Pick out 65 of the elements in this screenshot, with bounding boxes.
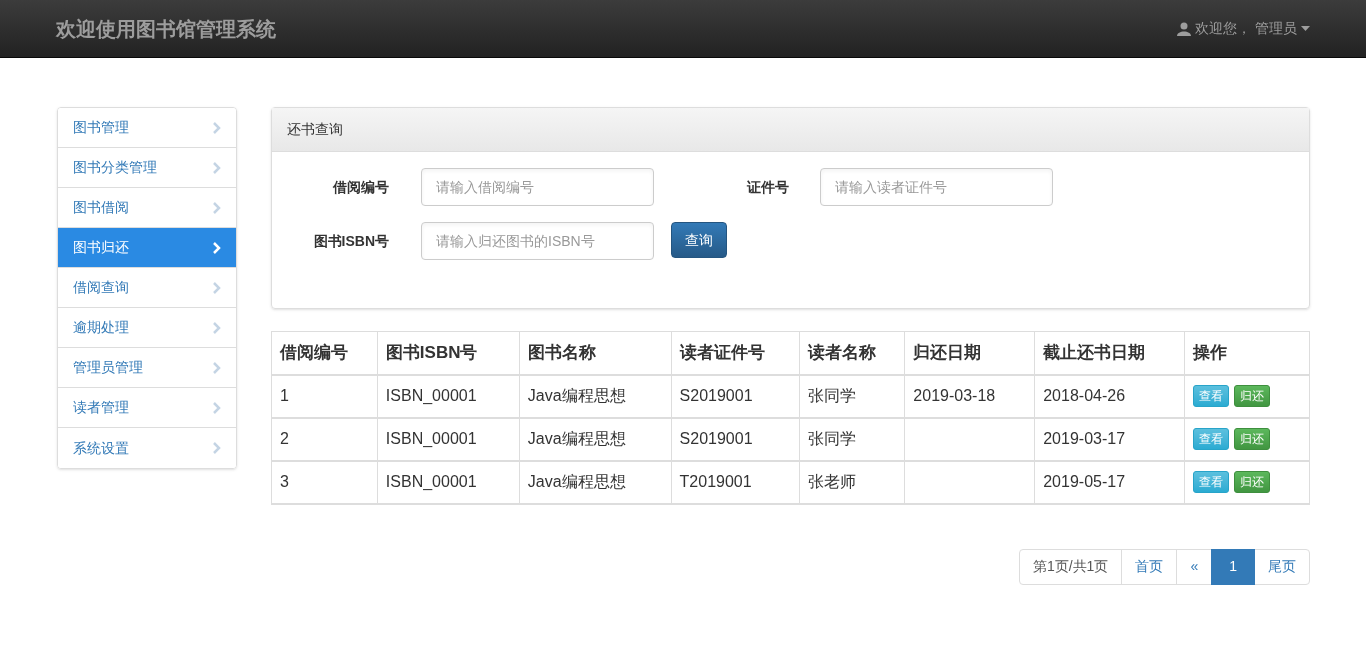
table-cell: 2019-05-17 [1034,460,1185,504]
sidebar-item[interactable]: 图书管理 [58,108,236,148]
table-cell: Java编程思想 [519,374,672,418]
return-button[interactable]: 归还 [1234,428,1271,450]
table-cell: T2019001 [671,460,799,504]
sidebar-item[interactable]: 读者管理 [58,388,236,428]
table-cell: 2019-03-17 [1034,417,1185,461]
table-cell: 张同学 [799,374,905,418]
sidebar-item[interactable]: 图书分类管理 [58,148,236,188]
app-title[interactable]: 欢迎使用图书馆管理系统 [56,13,276,44]
table-cell: 张同学 [799,417,905,461]
page-link[interactable]: 尾页 [1254,548,1310,585]
table-cell: S2019001 [671,374,799,418]
table-cell: 张老师 [799,460,905,504]
input-field[interactable]: 请输入读者证件号 [820,168,1053,206]
table-cell: ISBN_00001 [377,374,520,418]
table-cell: S2019001 [671,417,799,461]
table-cell: ISBN_00001 [377,460,520,504]
table-cell: Java编程思想 [519,460,672,504]
chevron-right-icon [213,161,221,174]
sidebar-item[interactable]: 图书归还 [58,228,236,268]
table-cell: 1 [271,374,378,418]
column-header: 图书ISBN号 [377,331,520,375]
chevron-right-icon [213,201,221,214]
table-cell: 3 [271,460,378,504]
column-header: 归还日期 [904,331,1035,375]
sidebar-item[interactable]: 借阅查询 [58,268,236,308]
table-cell: 2018-04-26 [1034,374,1185,418]
user-icon [1177,21,1192,36]
return-button[interactable]: 归还 [1234,385,1271,407]
search-button[interactable]: 查询 [671,222,727,258]
field-label: 证件号 [746,178,789,197]
panel-title: 还书查询 [287,120,343,139]
field-label: 图书ISBN号 [312,232,389,251]
input-field[interactable]: 请输入借阅编号 [421,168,654,206]
caret-icon [1301,26,1310,31]
column-header: 操作 [1184,331,1310,375]
chevron-right-icon [213,442,221,454]
field-label: 借阅编号 [332,178,389,197]
table-cell: 2019-03-18 [904,374,1035,418]
column-header: 读者证件号 [671,331,799,375]
page-count-text: 第1页/共1页 [1018,548,1123,585]
chevron-right-icon [213,401,221,414]
chevron-right-icon [213,361,221,374]
table-cell: 2 [271,417,378,461]
table-cell: Java编程思想 [519,417,672,461]
return-button[interactable]: 归还 [1234,471,1271,493]
column-header: 借阅编号 [271,331,378,375]
chevron-right-icon [213,121,221,134]
table-cell: ISBN_00001 [377,417,520,461]
column-header: 图书名称 [519,331,672,375]
user-menu[interactable]: 欢迎您， 管理员 [1177,18,1310,39]
page-link[interactable]: « [1176,548,1213,585]
column-header: 读者名称 [799,331,905,375]
input-field[interactable]: 请输入归还图书的ISBN号 [421,222,654,260]
sidebar-item[interactable]: 图书借阅 [58,188,236,228]
chevron-right-icon [213,241,221,254]
column-header: 截止还书日期 [1034,331,1185,375]
sidebar-item[interactable]: 逾期处理 [58,308,236,348]
page-link[interactable]: 1 [1211,548,1255,585]
page-link[interactable]: 首页 [1121,548,1178,585]
chevron-right-icon [213,321,221,334]
chevron-right-icon [213,281,221,294]
sidebar-item[interactable]: 管理员管理 [58,348,236,388]
sidebar-item[interactable]: 系统设置 [58,428,236,468]
